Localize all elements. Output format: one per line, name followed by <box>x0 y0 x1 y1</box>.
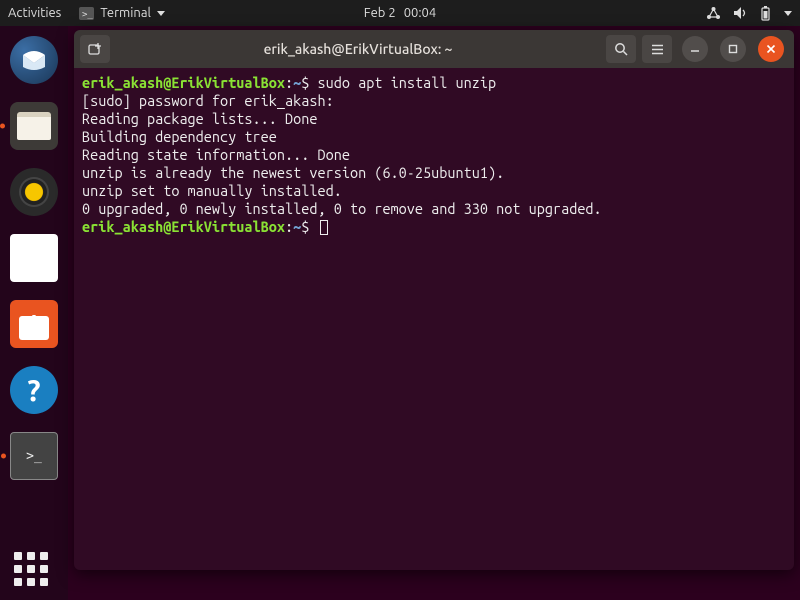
dock-rhythmbox[interactable] <box>10 168 58 216</box>
status-area[interactable] <box>706 6 792 21</box>
search-button[interactable] <box>606 35 636 63</box>
output-line: [sudo] password for erik_akash: <box>82 92 334 109</box>
prompt-user: erik_akash@ErikVirtualBox <box>82 218 285 235</box>
output-line: unzip set to manually installed. <box>82 182 342 199</box>
search-icon <box>614 42 629 57</box>
shopping-bag-icon <box>19 316 49 340</box>
window-title: erik_akash@ErikVirtualBox: ~ <box>116 41 600 57</box>
output-line: Reading package lists... Done <box>82 110 317 127</box>
dock-files[interactable] <box>10 102 58 150</box>
output-line: unzip is already the newest version (6.0… <box>82 164 504 181</box>
close-icon <box>765 43 777 55</box>
chevron-down-icon <box>157 11 165 16</box>
activities-button[interactable]: Activities <box>8 6 61 20</box>
terminal-icon: >_ <box>20 445 48 468</box>
app-menu-label: Terminal <box>100 6 151 20</box>
output-line: Building dependency tree <box>82 128 277 145</box>
minimize-button[interactable] <box>682 36 708 62</box>
menu-button[interactable] <box>642 35 672 63</box>
top-bar-left: Activities >_ Terminal <box>8 6 165 20</box>
window-controls <box>682 36 784 62</box>
folder-icon <box>17 112 51 140</box>
terminal-window: erik_akash@ErikVirtualBox: ~ erik_akash@… <box>74 30 794 570</box>
prompt-user: erik_akash@ErikVirtualBox <box>82 74 285 91</box>
volume-icon <box>733 6 747 20</box>
maximize-icon <box>727 43 739 55</box>
output-line: 0 upgraded, 0 newly installed, 0 to remo… <box>82 200 602 217</box>
clock[interactable]: Feb 2 00:04 <box>364 6 436 20</box>
help-icon: ? <box>27 373 40 407</box>
battery-icon <box>759 6 772 21</box>
dock-thunderbird[interactable] <box>10 36 58 84</box>
new-tab-icon <box>87 41 103 57</box>
cursor <box>320 220 328 235</box>
dock-libreoffice-writer[interactable] <box>10 234 58 282</box>
dock-help[interactable]: ? <box>10 366 58 414</box>
time-label: 00:04 <box>404 6 437 20</box>
new-tab-button[interactable] <box>80 35 110 63</box>
command-text: sudo apt install unzip <box>318 74 497 91</box>
app-menu[interactable]: >_ Terminal <box>79 6 165 20</box>
output-line: Reading state information... Done <box>82 146 350 163</box>
svg-text:>_: >_ <box>82 10 93 20</box>
thunderbird-icon <box>19 45 49 75</box>
close-button[interactable] <box>758 36 784 62</box>
network-icon <box>706 6 721 20</box>
dock-ubuntu-software[interactable] <box>10 300 58 348</box>
terminal-body[interactable]: erik_akash@ErikVirtualBox:~$ sudo apt in… <box>74 68 794 570</box>
dock-terminal[interactable]: >_ <box>10 432 58 480</box>
title-bar[interactable]: erik_akash@ErikVirtualBox: ~ <box>74 30 794 68</box>
date-label: Feb 2 <box>364 6 396 20</box>
dock: ? >_ <box>0 26 68 600</box>
minimize-icon <box>689 43 701 55</box>
top-bar: Activities >_ Terminal Feb 2 00:04 <box>0 0 800 26</box>
hamburger-icon <box>650 42 665 57</box>
speaker-icon <box>19 177 49 207</box>
maximize-button[interactable] <box>720 36 746 62</box>
chevron-down-icon <box>784 11 792 16</box>
terminal-small-icon: >_ <box>79 7 94 20</box>
show-applications-button[interactable] <box>14 552 48 586</box>
